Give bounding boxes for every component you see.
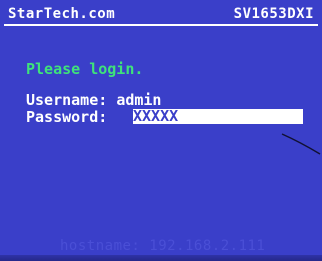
title-bar: StarTech.com SV1653DXI — [0, 0, 322, 30]
cable-line — [281, 133, 321, 155]
username-row: Username: admin — [26, 92, 161, 109]
username-label: Username: — [26, 91, 108, 109]
model-title: SV1653DXI — [233, 6, 314, 22]
password-label: Password: — [26, 108, 108, 126]
login-prompt: Please login. — [26, 60, 144, 78]
screen-bevel — [0, 255, 322, 261]
password-row: Password: — [26, 109, 107, 126]
username-value[interactable]: admin — [116, 91, 161, 109]
kvm-osd-screen: StarTech.com SV1653DXI Please login. Use… — [0, 0, 322, 261]
title-divider — [4, 24, 318, 26]
hostname-text: hostname: 192.168.2.111 — [60, 238, 266, 254]
brand-title: StarTech.com — [8, 6, 116, 22]
password-value: XXXXX — [133, 109, 179, 124]
password-field[interactable]: XXXXX — [133, 109, 303, 124]
